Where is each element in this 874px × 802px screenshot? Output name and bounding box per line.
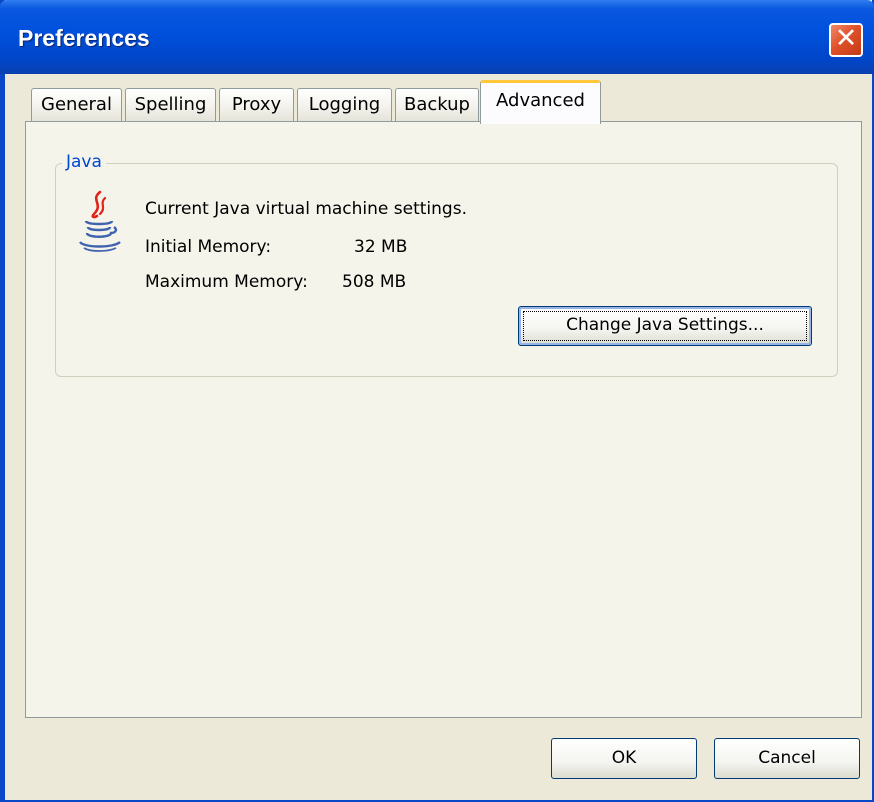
tab-strip: General Spelling Proxy Logging Backup Ad… — [31, 80, 861, 124]
java-group-legend: Java — [62, 152, 106, 172]
cancel-button[interactable]: Cancel — [714, 738, 860, 779]
window-title: Preferences — [18, 25, 150, 51]
initial-memory-value: 32 MB — [354, 237, 408, 257]
initial-memory-label: Initial Memory: — [145, 237, 272, 257]
tab-spelling[interactable]: Spelling — [125, 88, 216, 122]
maximum-memory-label: Maximum Memory: — [145, 272, 308, 292]
change-java-settings-button[interactable]: Change Java Settings... — [518, 306, 812, 346]
tab-proxy[interactable]: Proxy — [219, 88, 294, 122]
java-cup-icon — [79, 190, 121, 252]
tab-general[interactable]: General — [31, 88, 122, 122]
tab-advanced[interactable]: Advanced — [480, 80, 601, 124]
focus-indicator — [523, 311, 807, 341]
java-description: Current Java virtual machine settings. — [145, 199, 467, 219]
title-bar[interactable]: Preferences ✕ — [0, 0, 874, 74]
maximum-memory-value: 508 MB — [342, 272, 407, 292]
tab-logging[interactable]: Logging — [297, 88, 392, 122]
close-button[interactable]: ✕ — [829, 23, 863, 57]
tab-backup[interactable]: Backup — [395, 88, 479, 122]
close-icon: ✕ — [834, 23, 858, 54]
ok-button[interactable]: OK — [551, 738, 697, 779]
